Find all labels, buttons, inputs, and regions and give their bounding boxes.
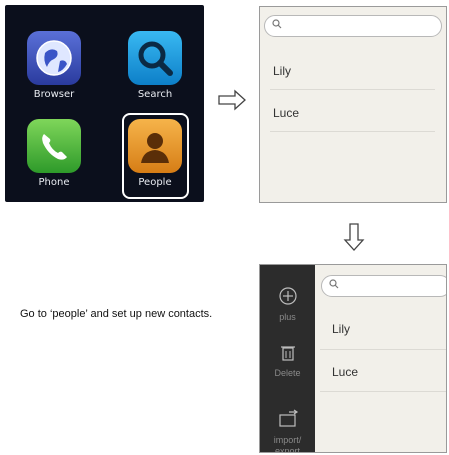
phone-app[interactable]: Phone <box>21 119 87 188</box>
plus-icon <box>260 286 315 310</box>
search-input[interactable] <box>264 15 442 37</box>
import-export-label: import/ export <box>273 435 302 453</box>
divider <box>270 89 435 90</box>
search-app[interactable]: Search <box>122 31 188 100</box>
search-input[interactable] <box>321 275 446 297</box>
trash-icon <box>260 342 315 366</box>
plus-label: plus <box>279 312 296 322</box>
browser-app[interactable]: Browser <box>21 31 87 100</box>
globe-icon <box>27 31 81 85</box>
home-screen: Browser Search Phone People <box>5 5 204 202</box>
import-export-icon <box>260 409 315 433</box>
magnifier-icon <box>128 31 182 85</box>
contacts-edit-screen: plus Delete import/ export Lily Luce <box>259 264 447 453</box>
app-label-phone: Phone <box>38 177 70 188</box>
contact-lily[interactable]: Lily <box>332 322 350 336</box>
divider <box>320 391 446 392</box>
contact-luce[interactable]: Luce <box>332 365 358 379</box>
people-highlight-frame <box>122 113 189 199</box>
app-label-search: Search <box>137 89 173 100</box>
search-icon <box>272 19 282 32</box>
phone-icon <box>27 119 81 173</box>
contact-lily[interactable]: Lily <box>273 64 291 78</box>
divider <box>270 131 435 132</box>
right-arrow-icon <box>217 89 247 115</box>
app-label-browser: Browser <box>33 89 75 100</box>
delete-button[interactable]: Delete <box>260 342 315 378</box>
import-export-button[interactable]: import/ export <box>260 409 315 453</box>
delete-label: Delete <box>274 368 301 378</box>
contacts-screen: Lily Luce <box>259 6 447 203</box>
action-sidebar: plus Delete import/ export <box>260 265 315 452</box>
divider <box>320 349 446 350</box>
instruction-text: Go to ‘people’ and set up new contacts. <box>20 308 213 320</box>
down-arrow-icon <box>343 222 365 256</box>
search-icon <box>329 279 339 292</box>
plus-button[interactable]: plus <box>260 286 315 322</box>
contact-luce[interactable]: Luce <box>273 106 299 120</box>
